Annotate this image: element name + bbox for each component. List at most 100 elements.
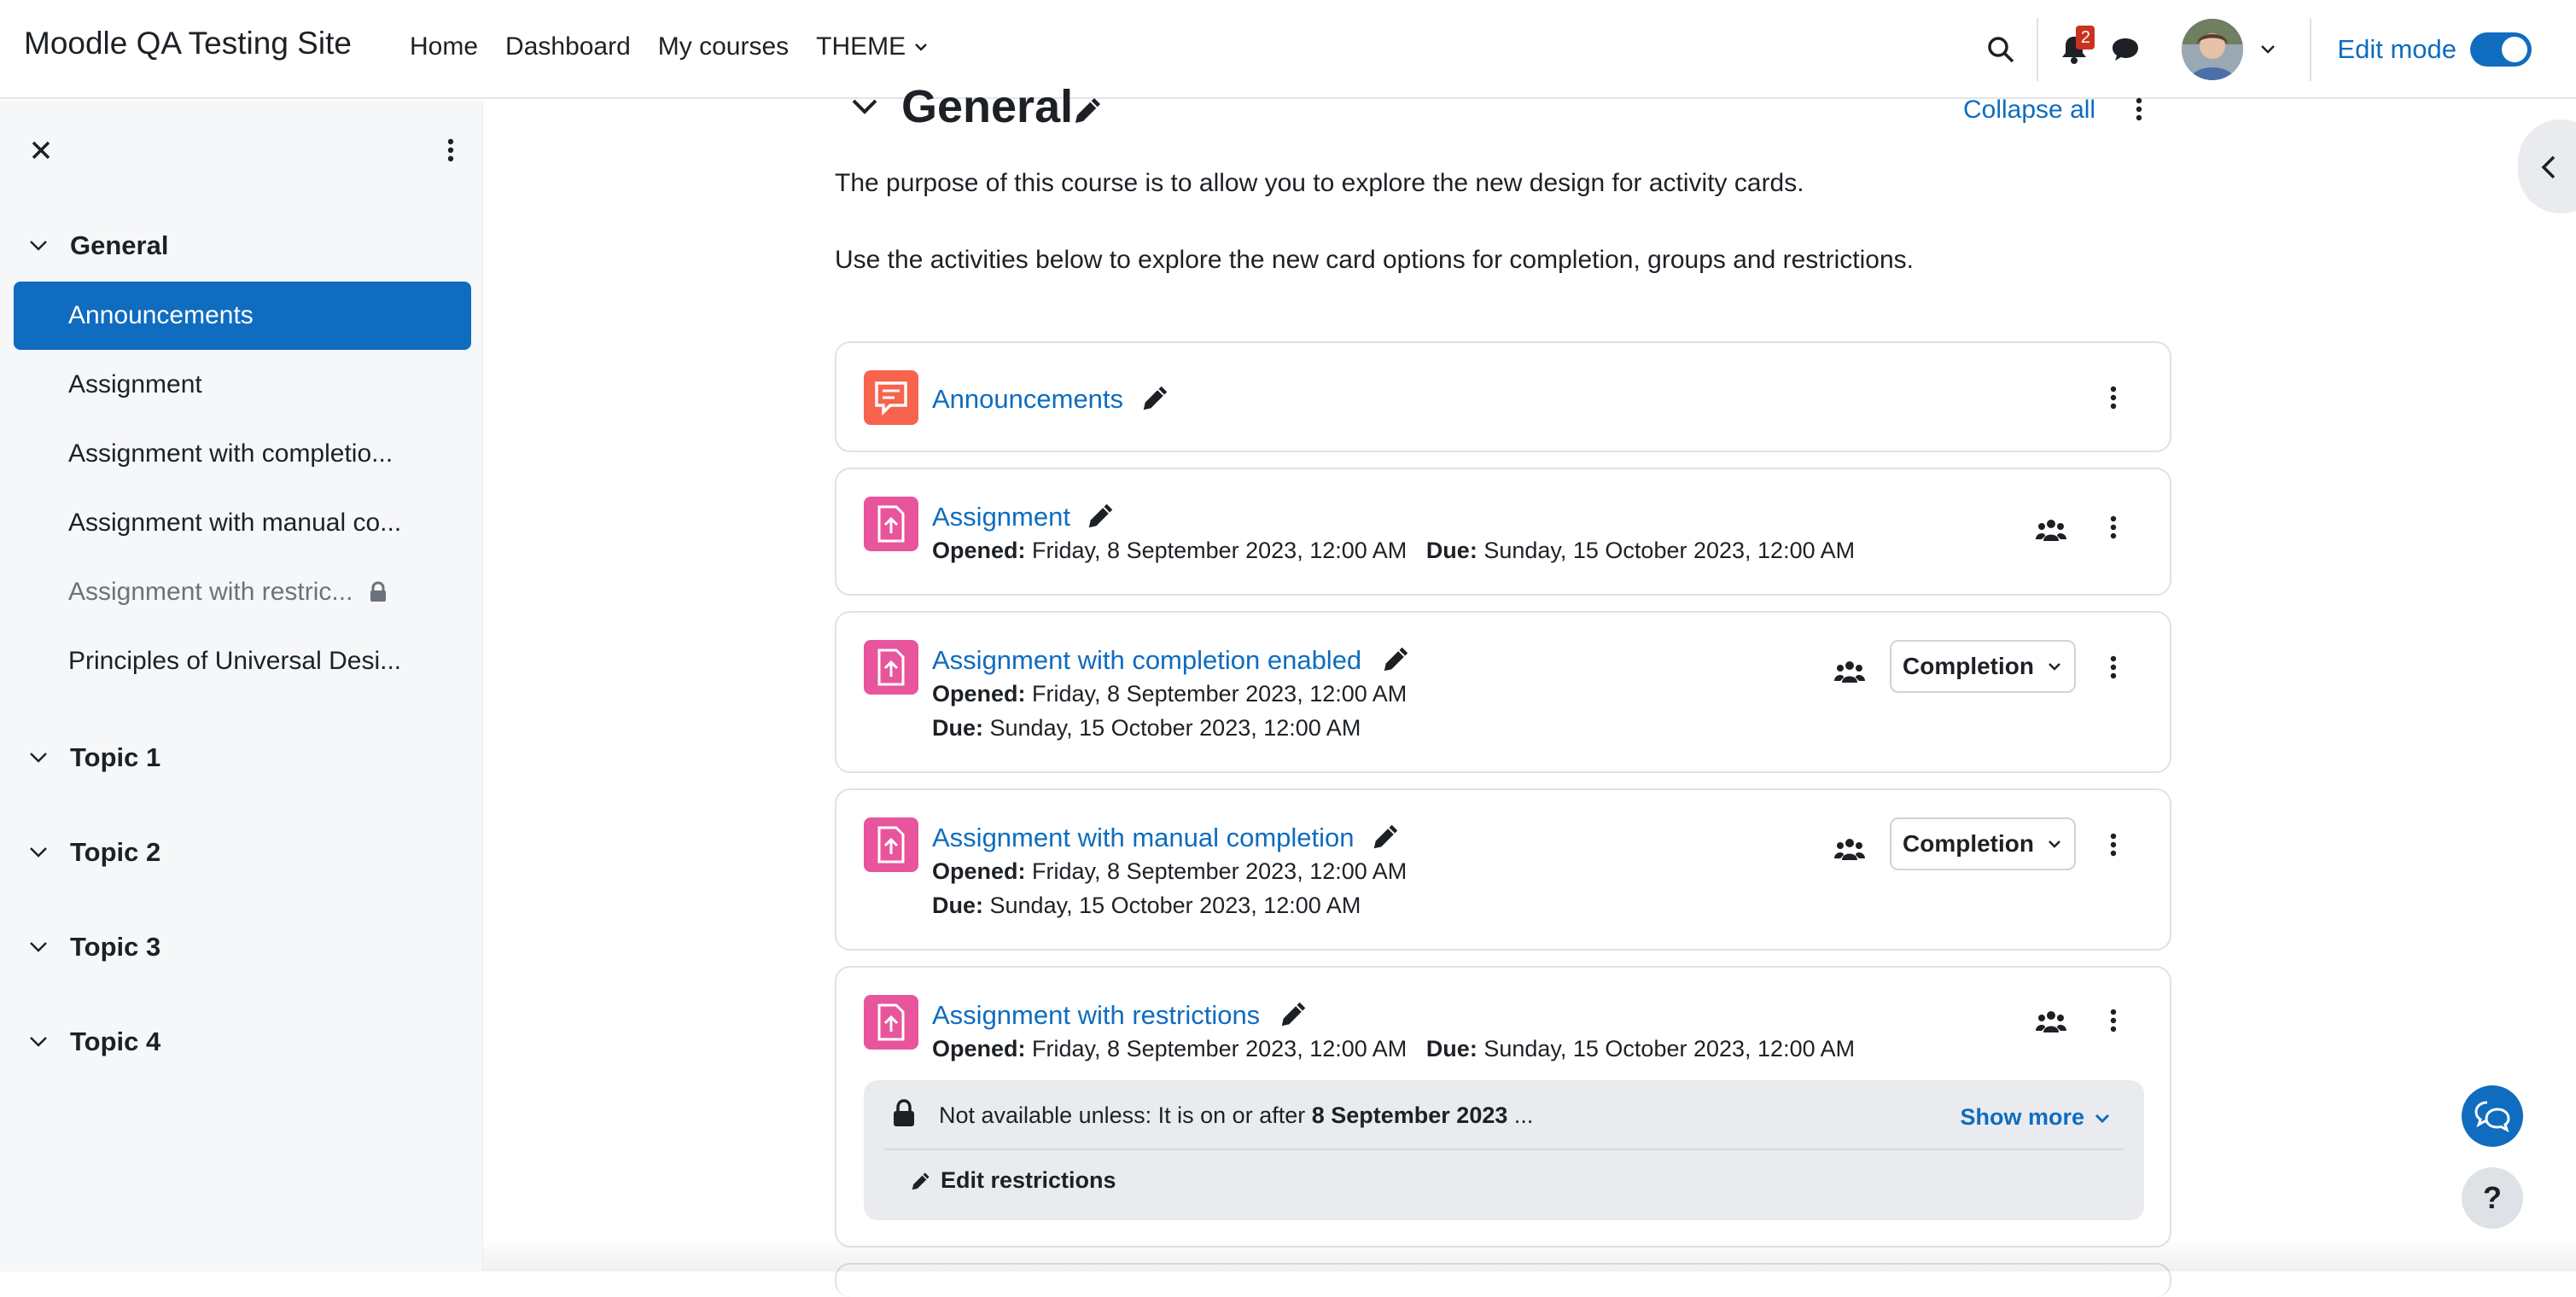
pencil-icon[interactable] [1381,643,1412,674]
sidebar-item-assignment[interactable]: Assignment [14,351,471,419]
sidebar-section-topic-1[interactable]: Topic 1 [27,742,160,773]
navbar-divider [2037,18,2038,81]
restriction-text: Not available unless: It is on or after … [939,1102,1533,1129]
kebab-menu-icon[interactable] [2105,650,2122,684]
sidebar-item-assignment-completion[interactable]: Assignment with completio... [14,420,471,488]
pencil-icon[interactable] [1072,94,1104,126]
pencil-icon[interactable] [1140,382,1171,413]
kebab-menu-icon[interactable] [2105,381,2122,415]
messaging-drawer-button[interactable] [2462,1085,2523,1147]
activity-card-assignment-restrictions: Assignment with restrictions Opened: Fri… [835,966,2171,1248]
navbar-actions: 2 Edit mode [1975,0,2576,99]
pencil-icon[interactable] [1086,500,1116,531]
activity-opened: Opened: Friday, 8 September 2023, 12:00 … [932,858,1407,885]
help-button[interactable]: ? [2462,1167,2523,1229]
completion-label: Completion [1903,830,2034,858]
help-label: ? [2483,1180,2502,1216]
opened-date: Friday, 8 September 2023, 12:00 AM [1032,1036,1407,1061]
edit-restrictions-link[interactable]: Edit restrictions [910,1167,1116,1194]
section-title: General [901,80,1073,133]
restriction-prefix: Not available unless: It is on or after [939,1102,1312,1128]
sidebar-item-label: Principles of Universal Desi... [68,647,401,676]
pencil-icon[interactable] [1371,821,1402,852]
chevron-down-icon[interactable] [2255,37,2281,62]
opened-label: Opened: [932,858,1026,884]
groups-icon[interactable] [2035,517,2067,543]
sidebar-section-label: Topic 1 [70,742,160,773]
user-photo-icon [2182,19,2243,80]
messages-button[interactable] [2100,24,2151,75]
groups-icon[interactable] [2035,1009,2067,1034]
assignment-icon [864,995,918,1050]
sidebar-item-universal-design[interactable]: Principles of Universal Desi... [14,627,471,695]
collapse-section-chevron-icon[interactable] [848,94,881,119]
activity-link[interactable]: Assignment [932,502,1070,532]
due-label: Due: [932,893,983,918]
sidebar-section-topic-4[interactable]: Topic 4 [27,1027,160,1057]
opened-date: Friday, 8 September 2023, 12:00 AM [1032,538,1407,563]
forum-icon [864,370,918,425]
sidebar-item-label: Assignment [68,370,202,399]
nav-theme[interactable]: THEME [816,32,930,61]
nav-home[interactable]: Home [410,32,478,61]
due-date: Sunday, 15 October 2023, 12:00 AM [990,715,1361,741]
collapse-all-link[interactable]: Collapse all [1963,96,2095,125]
activity-due: Due: Sunday, 15 October 2023, 12:00 AM [932,715,1361,742]
completion-dropdown[interactable]: Completion [1890,640,2076,693]
site-name[interactable]: Moodle QA Testing Site [24,26,352,61]
chevron-down-icon [2046,835,2063,852]
activity-due: Due: Sunday, 15 October 2023, 12:00 AM [932,893,1361,919]
groups-icon[interactable] [1833,659,1866,684]
sidebar-section-general[interactable]: General [27,230,168,261]
section-summary-line: Use the activities below to explore the … [835,246,1914,275]
open-block-drawer-button[interactable] [2518,119,2576,213]
search-button[interactable] [1975,24,2026,75]
activity-link[interactable]: Assignment with manual completion [932,823,1355,853]
sidebar-item-announcements[interactable]: Announcements [14,282,471,350]
due-label: Due: [1426,538,1477,563]
edit-mode-toggle[interactable] [2470,32,2532,67]
due-date: Sunday, 15 October 2023, 12:00 AM [990,893,1361,918]
show-more-link[interactable]: Show more [1960,1104,2112,1131]
chevron-down-icon [27,1031,50,1053]
scroll-shadow [483,1237,2576,1271]
sidebar-section-topic-2[interactable]: Topic 2 [27,837,160,868]
kebab-menu-icon[interactable] [2130,92,2148,126]
sidebar-item-label: Assignment with restric... [68,578,353,607]
user-avatar[interactable] [2182,19,2243,80]
notification-count-badge: 2 [2076,26,2095,49]
activity-link[interactable]: Announcements [932,384,1123,415]
chevron-down-icon [27,747,50,769]
activity-dates: Opened: Friday, 8 September 2023, 12:00 … [932,1036,1855,1062]
nav-my-courses[interactable]: My courses [658,32,789,61]
kebab-menu-icon[interactable] [2105,828,2122,862]
activity-link[interactable]: Assignment with completion enabled [932,645,1361,676]
sidebar-item-assignment-restrictions[interactable]: Assignment with restric... [14,558,471,626]
search-icon [1985,34,2016,65]
activity-link[interactable]: Assignment with restrictions [932,1000,1260,1031]
navbar-divider [2310,18,2311,81]
sidebar-section-label: Topic 2 [70,837,160,868]
sidebar-item-label: Announcements [68,301,254,330]
chevron-down-icon [27,235,50,257]
chevron-down-icon [912,38,930,55]
completion-dropdown[interactable]: Completion [1890,817,2076,870]
primary-navigation: Home Dashboard My courses THEME [410,32,930,61]
chevron-down-icon [27,936,50,958]
restriction-suffix: ... [1507,1102,1533,1128]
groups-icon[interactable] [1833,836,1866,862]
chevron-down-icon [2046,658,2063,675]
nav-dashboard[interactable]: Dashboard [505,32,631,61]
activity-card-assignment-completion: Assignment with completion enabled Opene… [835,611,2171,773]
notifications-button[interactable]: 2 [2049,24,2100,75]
assignment-icon [864,497,918,551]
close-icon[interactable] [26,135,56,166]
kebab-menu-icon[interactable] [2105,1003,2122,1038]
sidebar-section-topic-3[interactable]: Topic 3 [27,932,160,963]
sidebar-item-assignment-manual[interactable]: Assignment with manual co... [14,489,471,557]
opened-label: Opened: [932,681,1026,707]
chat-bubble-icon [2110,36,2141,63]
kebab-menu-icon[interactable] [2105,510,2122,544]
kebab-menu-icon[interactable] [440,135,461,166]
pencil-icon[interactable] [1279,998,1309,1029]
